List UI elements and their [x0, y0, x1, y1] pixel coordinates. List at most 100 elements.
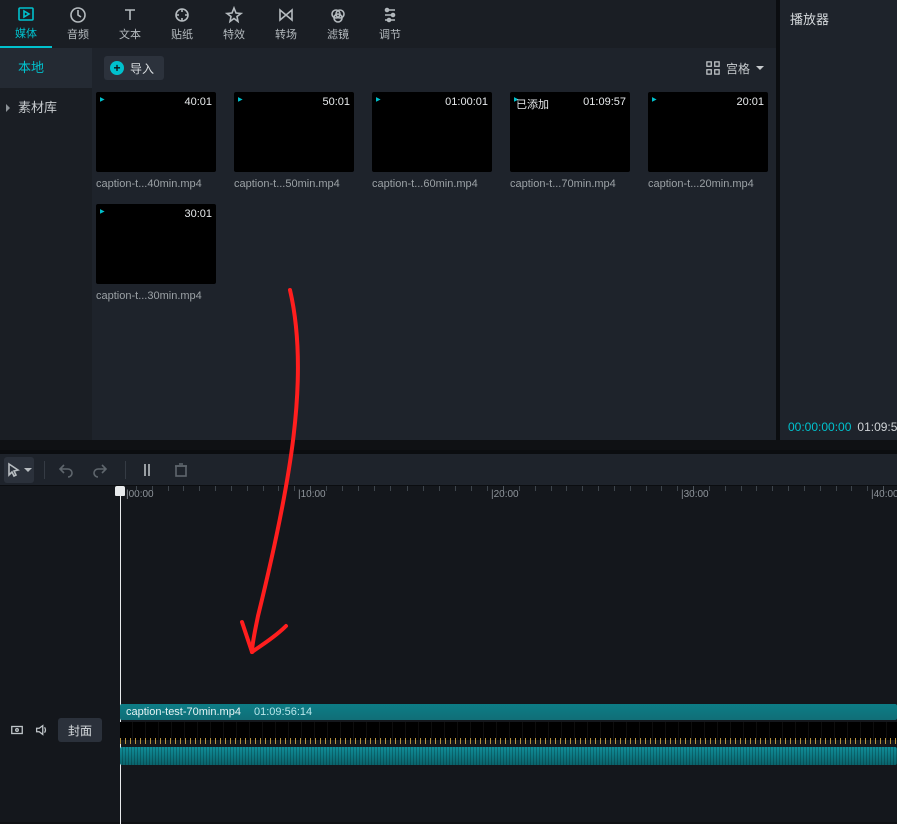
ruler-minor-tick — [804, 486, 805, 491]
ruler-minor-tick — [709, 486, 710, 491]
undo-button[interactable] — [51, 457, 81, 483]
cover-button[interactable]: 封面 — [58, 718, 102, 742]
media-clip[interactable]: ▶30:01caption-t...30min.mp4 — [96, 204, 216, 302]
timeline[interactable]: |00:00|10:00|20:00|30:00|40:00 caption-t… — [0, 486, 897, 822]
media-clip[interactable]: ▶ 01:00:01 caption-t...60min.mp4 — [372, 92, 492, 190]
clip-thumbnail: ▶已添加01:09:57 — [510, 92, 630, 172]
clip-filename: caption-t...40min.mp4 — [96, 178, 216, 190]
media-clip[interactable]: ▶50:01caption-t...50min.mp4 — [234, 92, 354, 190]
timeline-ruler[interactable]: |00:00|10:00|20:00|30:00|40:00 — [120, 486, 897, 504]
ruler-minor-tick — [551, 486, 552, 491]
clip-type-icon: ▶ — [376, 96, 381, 103]
ruler-label: |10:00 — [298, 489, 326, 500]
media-body: + 导入 宫格 ▶40:01caption-t...40min.mp4 ▶ 50:0… — [92, 48, 776, 440]
media-icon — [17, 5, 35, 23]
ruler-minor-tick — [646, 486, 647, 491]
ruler-minor-tick — [487, 486, 488, 491]
clip-filename: caption-t...60min.mp4 — [372, 178, 492, 190]
separator — [44, 461, 45, 479]
cover-label: 封面 — [68, 722, 92, 739]
clip-duration: 01:09:57 — [583, 96, 626, 108]
ruler-label: |30:00 — [681, 489, 709, 500]
clip-filename: caption-t...20min.mp4 — [648, 178, 768, 190]
redo-button[interactable] — [85, 457, 115, 483]
ruler-minor-tick — [374, 486, 375, 491]
ruler-minor-tick — [471, 486, 472, 491]
side-nav-item[interactable]: 素材库 — [0, 88, 92, 128]
clip-duration: 50:01 — [322, 96, 350, 108]
timeline-track-head — [0, 486, 120, 822]
ruler-minor-tick — [519, 486, 520, 491]
clip-thumbnail: ▶ 50:01 — [234, 92, 354, 172]
media-clip[interactable]: ▶20:01caption-t...20min.mp4 — [648, 92, 768, 190]
ruler-minor-tick — [390, 486, 391, 491]
tab-label: 调节 — [379, 26, 401, 42]
ruler-minor-tick — [152, 486, 153, 491]
clip-thumbnail: ▶ 01:00:01 — [372, 92, 492, 172]
clip-duration: 01:09:56:14 — [254, 706, 312, 718]
tab-label: 媒体 — [15, 25, 37, 41]
tab-adjust[interactable]: 调节 — [364, 0, 416, 48]
tab-label: 滤镜 — [327, 26, 349, 42]
ruler-minor-tick — [358, 486, 359, 491]
audio-icon — [69, 6, 87, 24]
ruler-minor-tick — [263, 486, 264, 491]
tab-sticker[interactable]: 贴纸 — [156, 0, 208, 48]
separator — [125, 461, 126, 479]
chevron-down-icon — [756, 66, 764, 70]
player-total-time: 01:09:56:14 — [857, 420, 897, 434]
visibility-icon[interactable] — [10, 723, 24, 737]
split-icon — [139, 462, 155, 478]
view-mode-switch[interactable]: 宫格 — [706, 60, 764, 77]
ruler-minor-tick — [598, 486, 599, 491]
split-tool[interactable] — [132, 457, 162, 483]
video-frames-ticks — [120, 738, 897, 744]
import-button[interactable]: + 导入 — [104, 56, 164, 80]
plus-icon: + — [110, 61, 124, 75]
player-title: 播放器 — [780, 0, 897, 37]
ruler-minor-tick — [756, 486, 757, 491]
tab-audio[interactable]: 音频 — [52, 0, 104, 48]
ruler-minor-tick — [867, 486, 868, 491]
media-clip[interactable]: ▶40:01caption-t...40min.mp4 — [96, 92, 216, 190]
video-clip[interactable]: caption-test-70min.mp4 01:09:56:14 — [120, 704, 897, 720]
delete-tool[interactable] — [166, 457, 196, 483]
tab-label: 文本 — [119, 26, 141, 42]
import-bar: + 导入 宫格 — [92, 48, 776, 88]
adjust-icon — [381, 6, 399, 24]
player-panel: 播放器 00:00:00:0001:09:56:14 — [776, 0, 897, 440]
media-side-nav: 本地素材库 — [0, 48, 92, 440]
clip-type-icon: ▶ — [238, 96, 243, 103]
ruler-minor-tick — [788, 486, 789, 491]
media-clip[interactable]: ▶已添加01:09:57caption-t...70min.mp4 — [510, 92, 630, 190]
tab-label: 转场 — [275, 26, 297, 42]
clip-added-badge: 已添加 — [516, 96, 549, 112]
mute-icon[interactable] — [34, 723, 48, 737]
tab-transition[interactable]: 转场 — [260, 0, 312, 48]
tab-text[interactable]: 文本 — [104, 0, 156, 48]
audio-waveform[interactable] — [120, 747, 897, 765]
timeline-playhead[interactable] — [120, 488, 121, 824]
clip-duration: 01:00:01 — [445, 96, 488, 108]
side-nav-item[interactable]: 本地 — [0, 48, 92, 88]
ruler-minor-tick — [136, 486, 137, 491]
side-nav-label: 素材库 — [18, 100, 57, 115]
effect-icon — [225, 6, 243, 24]
ruler-minor-tick — [630, 486, 631, 491]
clip-filename: caption-t...30min.mp4 — [96, 290, 216, 302]
ruler-minor-tick — [535, 486, 536, 491]
ruler-label: |00:00 — [126, 489, 154, 500]
tab-label: 特效 — [223, 26, 245, 42]
ruler-minor-tick — [183, 486, 184, 491]
top-tab-bar: 媒体 音频 文本贴纸特效 转场 滤镜 调节 — [0, 0, 897, 49]
tab-filter[interactable]: 滤镜 — [312, 0, 364, 48]
ruler-minor-tick — [772, 486, 773, 491]
tab-media[interactable]: 媒体 — [0, 0, 52, 48]
track-controls: 封面 — [0, 715, 120, 745]
tab-label: 音频 — [67, 26, 89, 42]
ruler-minor-tick — [294, 486, 295, 491]
tab-effect[interactable]: 特效 — [208, 0, 260, 48]
ruler-minor-tick — [342, 486, 343, 491]
transition-icon — [277, 6, 295, 24]
pointer-tool[interactable] — [4, 457, 34, 483]
